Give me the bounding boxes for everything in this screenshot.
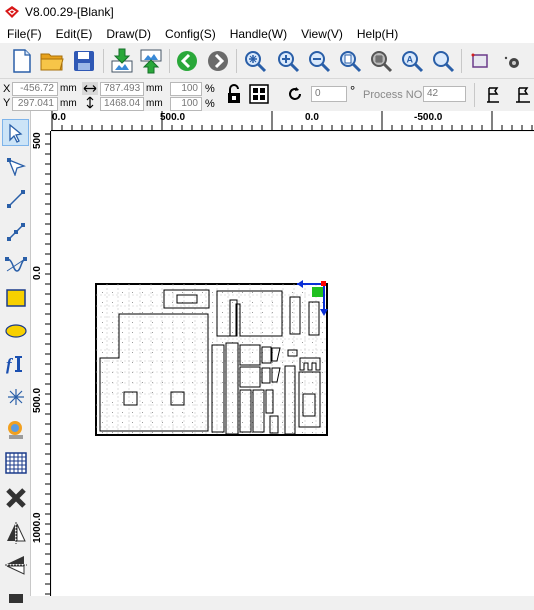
y-label: Y [3,97,11,109]
zoom-in-icon[interactable] [274,47,302,75]
vertical-ruler: 500 0.0 500.0 1000.0 [31,131,51,596]
design-part-outline[interactable] [95,283,328,436]
y-unit: mm [60,98,77,109]
height-field[interactable]: 1468.04 [100,97,144,111]
ruler-left-label: 500.0 [32,387,43,413]
drawing-toolbox: f [0,111,31,603]
point-tool-icon[interactable] [2,383,29,410]
forward-icon[interactable] [204,47,232,75]
width-unit: mm [146,83,163,94]
start-point-icon[interactable] [486,86,502,104]
zoom-object-icon[interactable]: A [398,47,426,75]
node-edit-tool-icon[interactable] [2,152,29,179]
svg-text:A: A [407,55,414,65]
menu-help[interactable]: Help(H) [350,27,405,41]
svg-text:f: f [6,355,14,374]
title-bar: V8.00.29-[Blank] [0,0,534,24]
menu-handle[interactable]: Handle(W) [223,27,294,41]
rotate-icon[interactable] [286,85,304,103]
new-file-icon[interactable] [8,47,36,75]
scale-y-percent: % [205,98,215,110]
mirror-vertical-tool-icon[interactable] [2,551,29,578]
lock-ratio-icon[interactable] [226,84,242,104]
process-label: Process NO: [363,89,426,101]
width-field[interactable]: 787.493 [100,82,144,96]
ruler-top-label: 500.0 [160,112,186,123]
align-grid-icon[interactable] [249,84,269,104]
horizontal-ruler: 0.0 500.0 0.0 -500.0 [31,111,534,131]
ruler-top-label: 0.0 [52,112,66,123]
process-number-field[interactable]: 42 [423,86,466,102]
end-point-icon[interactable] [515,86,533,104]
rotation-field[interactable]: 0 [311,86,347,102]
main-toolbar: A [0,43,534,79]
menu-config[interactable]: Config(S) [158,27,223,41]
drawing-canvas[interactable] [52,132,534,596]
canvas-drawing [95,280,328,436]
ruler-corner [31,111,51,131]
height-arrow-icon [86,96,94,109]
menu-edit[interactable]: Edit(E) [49,27,100,41]
x-label: X [3,83,11,95]
text-tool-icon[interactable]: f [2,350,29,377]
ruler-top-label: -500.0 [414,112,443,123]
back-icon[interactable] [173,47,201,75]
property-bar: X Y -456.72 297.041 mm mm 787.493 1468.0… [0,79,534,111]
line-tool-icon[interactable] [2,185,29,212]
open-folder-icon[interactable] [38,47,66,75]
menu-bar: File(F) Edit(E) Draw(D) Config(S) Handle… [0,24,534,43]
x-unit: mm [60,83,77,94]
zoom-out-icon[interactable] [305,47,333,75]
horizontal-ruler-ticks [31,111,533,131]
rectangle-tool-icon[interactable] [2,284,29,311]
menu-file[interactable]: File(F) [0,27,49,41]
import-icon[interactable] [108,47,136,75]
polyline-tool-icon[interactable] [2,218,29,245]
x-position-field[interactable]: -456.72 [12,82,58,96]
ruler-top-label: 0.0 [305,112,319,123]
app-logo-icon [5,6,19,18]
zoom-1to1-icon[interactable] [429,47,457,75]
select-tool-icon[interactable] [2,119,29,146]
height-unit: mm [146,98,163,109]
curve-tool-icon[interactable] [2,251,29,278]
export-icon[interactable] [137,47,165,75]
ruler-left-label: 0.0 [32,266,43,280]
zoom-page-icon[interactable] [336,47,364,75]
mirror-horizontal-tool-icon[interactable] [2,519,29,546]
window-title: V8.00.29-[Blank] [25,5,114,19]
ellipse-tool-icon[interactable] [2,317,29,344]
array-tool-icon[interactable] [2,449,29,476]
menu-draw[interactable]: Draw(D) [99,27,158,41]
save-icon[interactable] [70,47,98,75]
y-position-field[interactable]: 297.041 [12,97,58,111]
menu-view[interactable]: View(V) [294,27,350,41]
frame-icon[interactable] [466,47,494,75]
scale-x-field[interactable]: 100 [170,82,202,96]
bitmap-tool-icon[interactable] [2,416,29,443]
zoom-selection-icon[interactable] [367,47,395,75]
delete-tool-icon[interactable] [2,484,29,511]
degree-unit: ° [350,83,356,98]
scale-y-field[interactable]: 100 [170,97,202,111]
ruler-left-label: 1000.0 [32,512,43,543]
width-arrow-icon [82,82,98,95]
scale-x-percent: % [205,83,215,95]
more-tools-icon[interactable] [2,583,29,610]
zoom-all-icon[interactable] [241,47,269,75]
camera-icon[interactable] [498,47,526,75]
